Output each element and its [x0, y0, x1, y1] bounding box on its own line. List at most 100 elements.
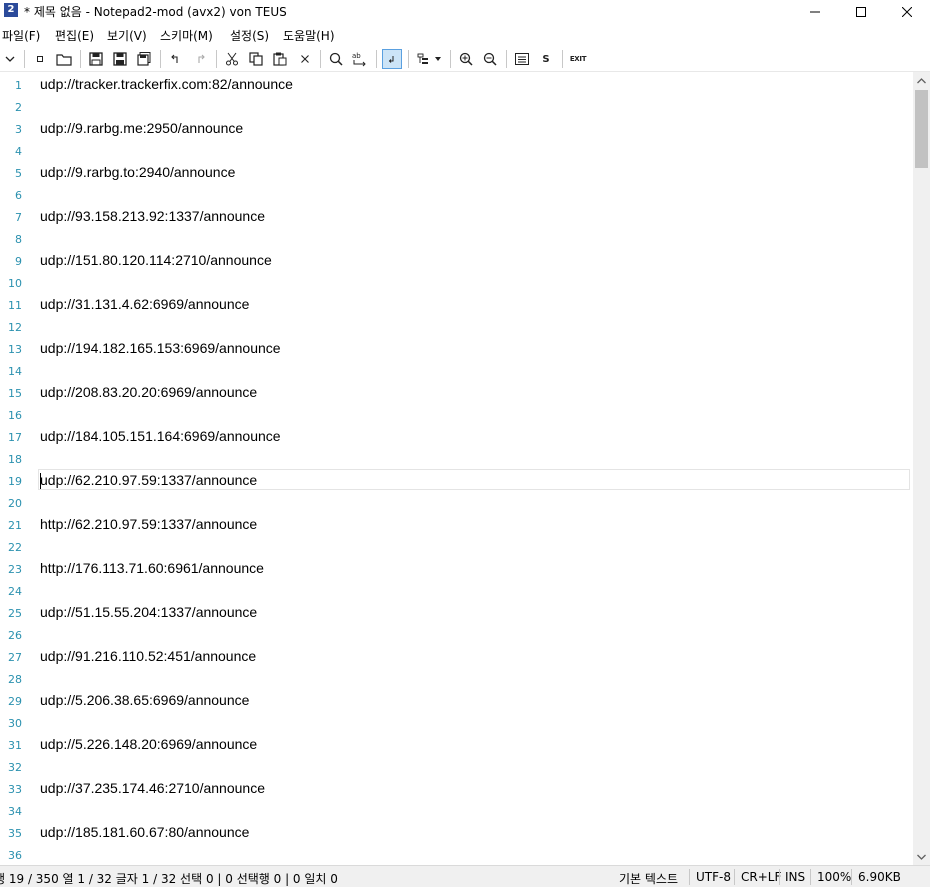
- editor-line[interactable]: 21 http://62.210.97.59:1337/announce: [0, 513, 913, 535]
- new-file-button[interactable]: [30, 49, 50, 69]
- tree-dropdown-icon: [417, 53, 441, 64]
- editor-line[interactable]: 25 udp://51.15.55.204:1337/announce: [0, 601, 913, 623]
- editor-line[interactable]: 26: [0, 623, 913, 645]
- exit-button[interactable]: EXIT: [566, 49, 590, 69]
- editor-line[interactable]: 3 udp://9.rarbg.me:2950/announce: [0, 117, 913, 139]
- toolbar-menu-button[interactable]: [0, 49, 20, 69]
- line-number: 10: [8, 277, 22, 290]
- zoom-in-icon: [459, 52, 473, 66]
- editor-line[interactable]: 18: [0, 447, 913, 469]
- scroll-down-button[interactable]: [913, 848, 930, 865]
- editor-line[interactable]: 27 udp://91.216.110.52:451/announce: [0, 645, 913, 667]
- menu-scheme[interactable]: 스키마(M): [160, 27, 213, 44]
- zoom-out-button[interactable]: [480, 49, 500, 69]
- editor-line[interactable]: 35 udp://185.181.60.67:80/announce: [0, 821, 913, 843]
- line-text[interactable]: udp://194.182.165.153:6969/announce: [40, 340, 281, 356]
- open-file-button[interactable]: [54, 49, 74, 69]
- editor-line[interactable]: 4: [0, 139, 913, 161]
- cut-button[interactable]: [222, 49, 242, 69]
- editor-line[interactable]: 31 udp://5.226.148.20:6969/announce: [0, 733, 913, 755]
- line-text[interactable]: http://176.113.71.60:6961/announce: [40, 560, 264, 576]
- editor-line[interactable]: 24: [0, 579, 913, 601]
- line-text[interactable]: udp://9.rarbg.me:2950/announce: [40, 120, 243, 136]
- status-mode[interactable]: INS: [785, 870, 805, 884]
- scheme-button[interactable]: S: [536, 49, 556, 69]
- menu-settings[interactable]: 설정(S): [230, 27, 269, 44]
- editor-line[interactable]: 15 udp://208.83.20.20:6969/announce: [0, 381, 913, 403]
- editor-line[interactable]: 5 udp://9.rarbg.to:2940/announce: [0, 161, 913, 183]
- menu-help[interactable]: 도움말(H): [283, 27, 335, 44]
- editor-line[interactable]: 22: [0, 535, 913, 557]
- status-scheme[interactable]: 기본 텍스트: [619, 870, 678, 887]
- line-text[interactable]: udp://93.158.213.92:1337/announce: [40, 208, 265, 224]
- menu-file[interactable]: 파일(F): [2, 27, 40, 44]
- editor-area[interactable]: 1 udp://tracker.trackerfix.com:82/announc…: [0, 72, 913, 865]
- line-text[interactable]: udp://31.131.4.62:6969/announce: [40, 296, 249, 312]
- replace-button[interactable]: ab: [350, 49, 370, 69]
- undo-button[interactable]: [166, 49, 186, 69]
- editor-line[interactable]: 33 udp://37.235.174.46:2710/announce: [0, 777, 913, 799]
- editor-line[interactable]: 32: [0, 755, 913, 777]
- zoom-in-button[interactable]: [456, 49, 476, 69]
- app-icon[interactable]: 2: [4, 3, 18, 17]
- editor-line[interactable]: 29 udp://5.206.38.65:6969/announce: [0, 689, 913, 711]
- editor-line[interactable]: 28: [0, 667, 913, 689]
- editor-line[interactable]: 8: [0, 227, 913, 249]
- editor-line[interactable]: 6: [0, 183, 913, 205]
- line-text[interactable]: udp://184.105.151.164:6969/announce: [40, 428, 281, 444]
- line-text[interactable]: udp://62.210.97.59:1337/announce: [40, 472, 257, 488]
- editor-line[interactable]: 16: [0, 403, 913, 425]
- vertical-scrollbar[interactable]: [913, 72, 930, 865]
- line-text[interactable]: udp://9.rarbg.to:2940/announce: [40, 164, 235, 180]
- maximize-button[interactable]: [838, 0, 884, 23]
- editor-line[interactable]: 12: [0, 315, 913, 337]
- editor-line[interactable]: 34: [0, 799, 913, 821]
- paste-button[interactable]: [270, 49, 290, 69]
- redo-button[interactable]: [190, 49, 210, 69]
- status-encoding[interactable]: UTF-8: [696, 870, 731, 884]
- menu-view[interactable]: 보기(V): [107, 27, 147, 44]
- line-text[interactable]: udp://91.216.110.52:451/announce: [40, 648, 256, 664]
- status-position[interactable]: 행 19 / 350 열 1 / 32 글자 1 / 32 선택 0 | 0 선…: [0, 870, 338, 887]
- editor-line[interactable]: 11 udp://31.131.4.62:6969/announce: [0, 293, 913, 315]
- status-eol[interactable]: CR+LF: [741, 870, 781, 884]
- editor-line[interactable]: 2: [0, 95, 913, 117]
- editor-line[interactable]: 19 udp://62.210.97.59:1337/announce: [0, 469, 913, 491]
- copy-button[interactable]: [246, 49, 266, 69]
- editor-line[interactable]: 13 udp://194.182.165.153:6969/announce: [0, 337, 913, 359]
- editor-line[interactable]: 1 udp://tracker.trackerfix.com:82/announc…: [0, 73, 913, 95]
- save-copy-button[interactable]: [134, 49, 154, 69]
- editor-line[interactable]: 10: [0, 271, 913, 293]
- clear-button[interactable]: [295, 49, 315, 69]
- scroll-up-button[interactable]: [913, 72, 930, 89]
- editor-line[interactable]: 14: [0, 359, 913, 381]
- save-as-button[interactable]: [110, 49, 130, 69]
- line-text[interactable]: udp://tracker.trackerfix.com:82/announce: [40, 76, 293, 92]
- scrollbar-thumb[interactable]: [915, 90, 928, 168]
- syntax-dropdown-button[interactable]: [416, 49, 444, 69]
- line-text[interactable]: udp://51.15.55.204:1337/announce: [40, 604, 257, 620]
- line-text[interactable]: udp://185.181.60.67:80/announce: [40, 824, 249, 840]
- minimize-button[interactable]: [792, 0, 838, 23]
- editor-line[interactable]: 23 http://176.113.71.60:6961/announce: [0, 557, 913, 579]
- line-text[interactable]: udp://5.226.148.20:6969/announce: [40, 736, 257, 752]
- save-button[interactable]: [86, 49, 106, 69]
- open-favorites-button[interactable]: [512, 49, 532, 69]
- editor-line[interactable]: 7 udp://93.158.213.92:1337/announce: [0, 205, 913, 227]
- line-text[interactable]: udp://208.83.20.20:6969/announce: [40, 384, 257, 400]
- close-button[interactable]: [884, 0, 930, 23]
- editor-line[interactable]: 9 udp://151.80.120.114:2710/announce: [0, 249, 913, 271]
- editor-line[interactable]: 20: [0, 491, 913, 513]
- line-text[interactable]: http://62.210.97.59:1337/announce: [40, 516, 257, 532]
- editor-line[interactable]: 36: [0, 843, 913, 865]
- status-zoom[interactable]: 100%: [817, 870, 851, 884]
- word-wrap-button[interactable]: [382, 49, 402, 69]
- editor-line[interactable]: 30: [0, 711, 913, 733]
- find-button[interactable]: [326, 49, 346, 69]
- line-text[interactable]: udp://5.206.38.65:6969/announce: [40, 692, 249, 708]
- menu-edit[interactable]: 편집(E): [55, 27, 94, 44]
- editor-line[interactable]: 17 udp://184.105.151.164:6969/announce: [0, 425, 913, 447]
- line-text[interactable]: udp://151.80.120.114:2710/announce: [40, 252, 272, 268]
- line-text[interactable]: udp://37.235.174.46:2710/announce: [40, 780, 265, 796]
- line-number: 29: [8, 695, 22, 708]
